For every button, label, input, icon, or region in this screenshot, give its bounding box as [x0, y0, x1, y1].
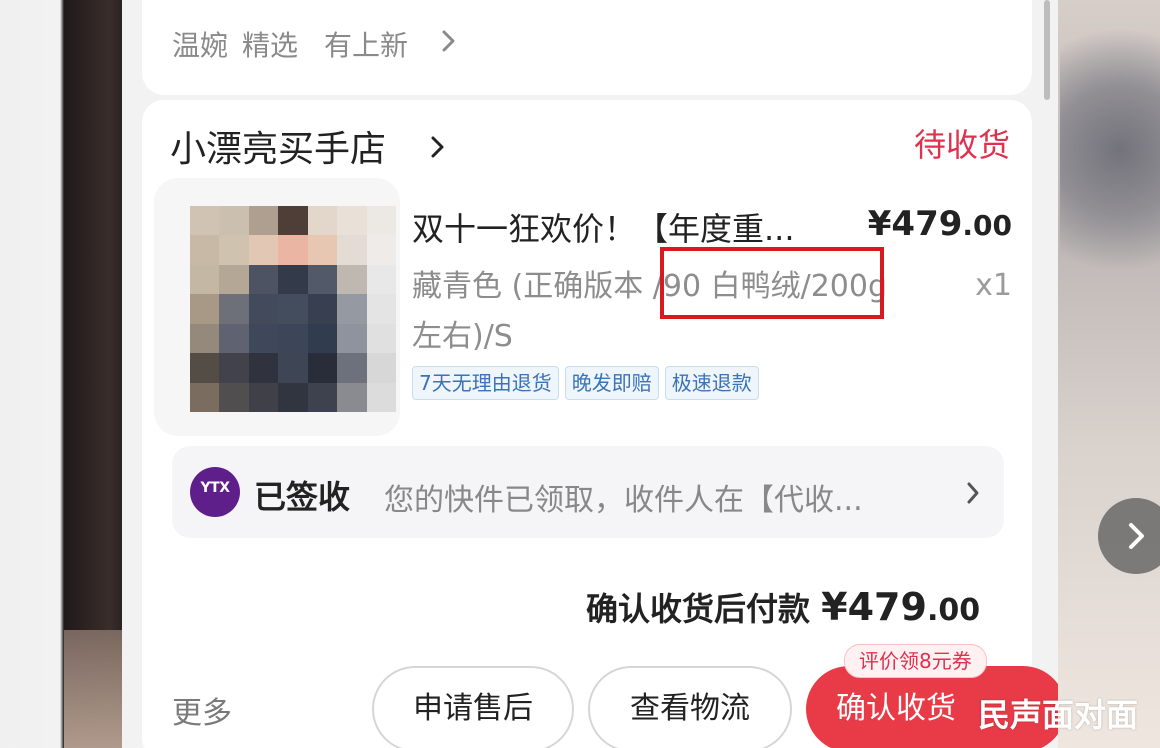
product-title[interactable]: 双十一狂欢价！【年度重... [412, 204, 822, 250]
logistics-status: 已签收 [254, 478, 351, 516]
courier-logo: YTX [190, 467, 240, 517]
watermark: 民声面对面 [978, 696, 1139, 734]
price-currency: ¥ [867, 204, 892, 244]
tab-selected[interactable]: 精选 [242, 24, 298, 64]
service-tags: 7天无理由退货 晚发即赔 极速退款 [412, 366, 759, 400]
more-button[interactable]: 更多 [172, 688, 232, 732]
price-integer: 479 [891, 204, 963, 244]
previous-card-strip: 温婉 精选 有上新 [142, 0, 1032, 95]
highlight-annotation-box [660, 247, 884, 319]
payment-decimal: .00 [926, 593, 981, 628]
after-sales-button[interactable]: 申请售后 [372, 666, 574, 748]
logistics-row[interactable]: YTX 已签收 您的快件已领取，收件人在【代收... [172, 446, 1004, 538]
price-decimal: .00 [962, 209, 1012, 242]
product-price: ¥479.00 [868, 204, 1012, 244]
pixelated-product-image [190, 206, 396, 412]
courier-logo-text: YTX [200, 480, 230, 496]
order-status: 待收货 [913, 126, 1010, 164]
logistics-message: 您的快件已领取，收件人在【代收... [384, 483, 863, 518]
logistics-chevron-icon [964, 480, 982, 506]
tag-7day-return: 7天无理由退货 [412, 366, 559, 400]
chevron-right-icon [438, 28, 460, 54]
tab-wenwan[interactable]: 温婉 [172, 24, 228, 64]
review-coupon-badge: 评价领8元券 [844, 644, 987, 678]
order-card: 小漂亮买手店 待收货 双十一狂欢价！【年度重... ¥479.00 藏青色 (正… [142, 100, 1058, 748]
shop-chevron-icon[interactable] [428, 134, 448, 160]
payment-currency: ¥ [821, 585, 848, 629]
chevron-right-icon [1129, 523, 1144, 549]
product-quantity: x1 [975, 268, 1012, 303]
product-thumbnail[interactable] [154, 178, 400, 436]
payment-label: 确认收货后付款 [586, 590, 811, 628]
tag-late-ship-compensation: 晚发即赔 [564, 366, 659, 400]
scrollbar[interactable] [1044, 0, 1050, 100]
background-left-bottom [64, 630, 122, 748]
tag-fast-refund: 极速退款 [664, 366, 759, 400]
view-logistics-button[interactable]: 查看物流 [588, 666, 792, 748]
order-screen: 温婉 精选 有上新 小漂亮买手店 待收货 双十一狂欢价！【年度重... ¥479… [122, 0, 1058, 748]
payment-summary: 确认收货后付款 ¥479.00 [586, 584, 980, 630]
background-right-blur [1060, 0, 1160, 300]
payment-amount: 479 [847, 585, 927, 629]
tab-new[interactable]: 有上新 [324, 24, 408, 64]
shop-name[interactable]: 小漂亮买手店 [170, 120, 386, 172]
